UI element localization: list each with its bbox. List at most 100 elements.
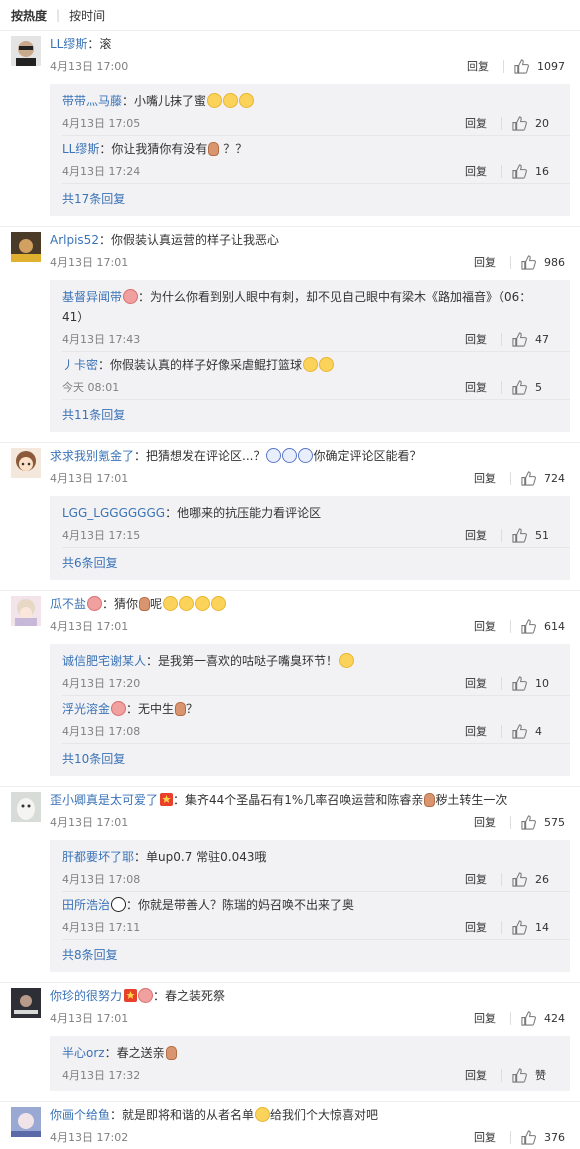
like-button[interactable]: 424 — [521, 1010, 565, 1026]
comment-username[interactable]: Arlpis52 — [50, 233, 99, 247]
reply-button[interactable]: 回复 — [467, 58, 489, 74]
reply-username[interactable]: 诚信肥宅谢某人 — [62, 654, 146, 668]
reply-list: 诚信肥宅谢某人：是我第一喜欢的咕哒子嘴臭环节！ 4月13日 17:20 回复 1… — [50, 644, 570, 776]
comment-username[interactable]: LL缪斯 — [50, 37, 87, 51]
divider — [501, 116, 502, 130]
like-button[interactable]: 20 — [512, 115, 554, 131]
reply-button[interactable]: 回复 — [474, 814, 496, 830]
reply-button[interactable]: 回复 — [474, 470, 496, 486]
comment-separator: ： — [102, 597, 115, 611]
like-button[interactable]: 614 — [521, 618, 565, 634]
shocked-emoji-icon — [266, 448, 282, 463]
reply-button[interactable]: 回复 — [465, 1067, 487, 1083]
reply-button[interactable]: 回复 — [465, 675, 487, 691]
reply-username[interactable]: LGG_LGGGGGGG — [62, 506, 165, 520]
like-button[interactable]: 376 — [521, 1129, 565, 1145]
like-button[interactable]: 724 — [521, 470, 565, 486]
comment-meta: 4月13日 17:01 回复 724 — [50, 466, 580, 490]
more-replies-link[interactable]: 共11条回复 — [62, 400, 570, 430]
comment-time: 4月13日 17:01 — [50, 816, 129, 829]
like-button[interactable]: 575 — [521, 814, 565, 830]
reply-username[interactable]: 带带灬马藤 — [62, 94, 122, 108]
reply-button[interactable]: 回复 — [474, 254, 496, 270]
like-button[interactable]: 4 — [512, 723, 554, 739]
like-button[interactable]: 14 — [512, 919, 554, 935]
comment-item: 你珍的很努力 ：春之装死祭 4月13日 17:01 回复 424 半心orz：春之… — [0, 983, 580, 1102]
reply-text: 你假装认真的样子好像采虐鲲打篮球 — [110, 358, 303, 372]
comment-username[interactable]: 瓜不盐 — [50, 597, 86, 611]
reply-button[interactable]: 回复 — [474, 618, 496, 634]
avatar[interactable] — [11, 36, 41, 66]
reply-text: 你就是带善人？陈瑞的妈召唤不出来了奥 — [138, 898, 355, 912]
like-button[interactable]: 赞 — [512, 1067, 554, 1083]
avatar[interactable] — [11, 596, 41, 626]
comment-item: 求求我别氪金了：把猜想发在评论区...？ 你确定评论区能看？ 4月13日 17:0… — [0, 443, 580, 591]
divider — [501, 528, 502, 542]
reply-button[interactable]: 回复 — [465, 871, 487, 887]
comment-username[interactable]: 你珍的很努力 — [50, 989, 122, 1003]
avatar[interactable] — [11, 792, 41, 822]
comment-text: 猜你 — [114, 597, 139, 611]
reply-button[interactable]: 回复 — [474, 1010, 496, 1026]
like-count: 20 — [535, 116, 549, 130]
reply-list: 肝都要坏了耶：单up0.7 常驻0.043哦 4月13日 17:08 回复 26… — [50, 840, 570, 972]
sort-by-hot-tab[interactable]: 按热度 — [11, 7, 47, 24]
reply-username[interactable]: 浮光溶金 — [62, 702, 110, 716]
more-replies-link[interactable]: 共10条回复 — [62, 744, 570, 774]
comment-username[interactable]: 歪小卿真是太可爱了 — [50, 793, 158, 807]
reply-list: 带带灬马藤：小嘴儿抹了蜜 4月13日 17:05 回复 20 LL缪斯：你让我猜… — [50, 84, 570, 216]
thumb-up-icon — [521, 618, 536, 634]
reply-button[interactable]: 回复 — [465, 379, 487, 395]
reply-username[interactable]: 田所浩治 — [62, 898, 110, 912]
smile-emoji-icon — [163, 596, 179, 611]
comment-username[interactable]: 求求我别氪金了 — [50, 449, 134, 463]
more-replies-link[interactable]: 共17条回复 — [62, 184, 570, 214]
like-button[interactable]: 16 — [512, 163, 554, 179]
sort-by-time-tab[interactable]: 按时间 — [69, 7, 105, 24]
like-button[interactable]: 986 — [521, 254, 565, 270]
reply-button[interactable]: 回复 — [465, 331, 487, 347]
comment-time: 4月13日 17:02 — [50, 1131, 129, 1144]
reply-username[interactable]: LL缪斯 — [62, 142, 99, 156]
comment-separator: ： — [98, 233, 111, 247]
avatar[interactable] — [11, 988, 41, 1018]
panda-emoji-icon — [111, 897, 127, 912]
reply-button[interactable]: 回复 — [465, 527, 487, 543]
like-button[interactable]: 47 — [512, 331, 554, 347]
comment-meta: 4月13日 17:02 回复 376 — [50, 1125, 580, 1149]
comment-username[interactable]: 你画个给鱼 — [50, 1108, 110, 1122]
reply-button[interactable]: 回复 — [465, 163, 487, 179]
reply-item: LGG_LGGGGGGG：他哪来的抗压能力看评论区 4月13日 17:15 回复… — [62, 500, 570, 548]
avatar[interactable] — [11, 448, 41, 478]
avatar[interactable] — [11, 1107, 41, 1137]
reply-username[interactable]: 半心orz — [62, 1046, 105, 1060]
comment-time: 4月13日 17:01 — [50, 620, 129, 633]
reply-time: 今天 08:01 — [62, 381, 120, 394]
like-button[interactable]: 26 — [512, 871, 554, 887]
thumb-up-icon — [512, 919, 527, 935]
reply-meta: 4月13日 17:15 回复 51 — [62, 523, 570, 547]
comment-text: 春之装死祭 — [165, 989, 226, 1003]
reply-button[interactable]: 回复 — [465, 115, 487, 131]
comment-meta: 4月13日 17:01 回复 986 — [50, 250, 580, 274]
like-count: 26 — [535, 872, 549, 886]
more-replies-link[interactable]: 共6条回复 — [62, 548, 570, 578]
like-button[interactable]: 5 — [512, 379, 554, 395]
thumb-up-icon — [512, 331, 527, 347]
more-replies-link[interactable]: 共8条回复 — [62, 940, 570, 970]
star-badge-icon — [124, 988, 138, 1002]
comment-meta: 4月13日 17:01 回复 614 — [50, 614, 580, 638]
reply-button[interactable]: 回复 — [474, 1129, 496, 1145]
reply-button[interactable]: 回复 — [465, 723, 487, 739]
reply-username[interactable]: 基督异闻带 — [62, 290, 122, 304]
reply-button[interactable]: 回复 — [465, 919, 487, 935]
comment-separator: ： — [173, 793, 186, 807]
reply-username[interactable]: 肝都要坏了耶 — [62, 850, 134, 864]
like-button[interactable]: 51 — [512, 527, 554, 543]
like-button[interactable]: 10 — [512, 675, 554, 691]
like-button[interactable]: 1097 — [514, 58, 565, 74]
vip-badge-icon — [138, 988, 154, 1003]
avatar[interactable] — [11, 232, 41, 262]
reply-username[interactable]: 丿卡密 — [62, 358, 98, 372]
reply-time: 4月13日 17:08 — [62, 725, 141, 738]
